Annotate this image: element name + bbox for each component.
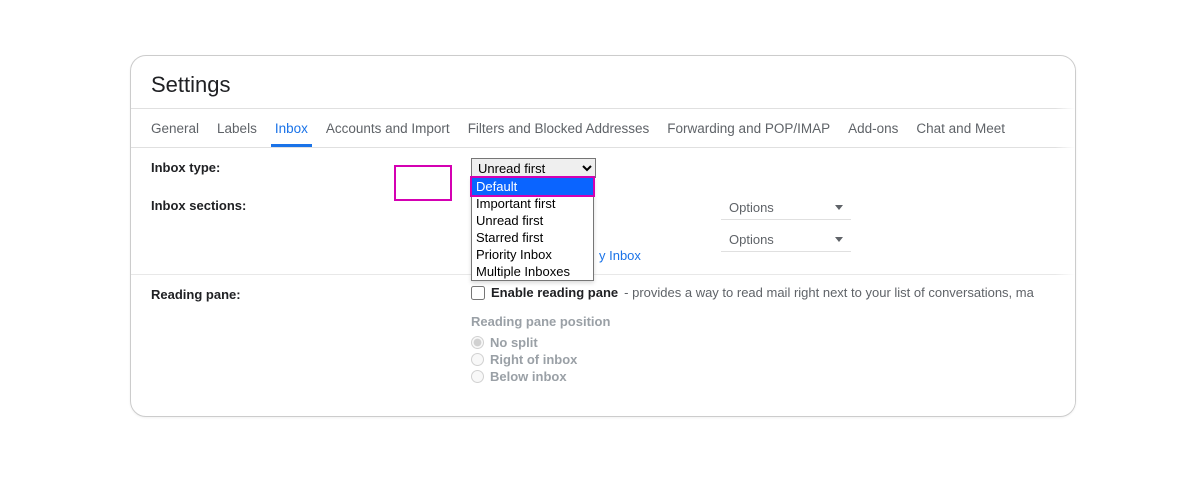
section-reading-pane: Reading pane: Enable reading pane - prov… [131,275,1075,400]
tab-chat[interactable]: Chat and Meet [916,111,1005,146]
link-inbox-partial[interactable]: y Inbox [599,242,641,263]
reading-pane-position-title: Reading pane position [471,314,1055,329]
opt-starred-first[interactable]: Starred first [472,229,593,246]
opt-important-first[interactable]: Important first [472,195,593,212]
tab-filters[interactable]: Filters and Blocked Addresses [468,111,650,146]
tab-inbox[interactable]: Inbox [275,111,308,146]
opt-default[interactable]: Default [472,178,593,195]
tabs-bar: General Labels Inbox Accounts and Import… [131,108,1075,148]
opt-multiple-inboxes[interactable]: Multiple Inboxes [472,263,593,280]
caret-down-icon [835,205,843,210]
radio-below-inbox [471,370,484,383]
sections-options-2[interactable]: Options [721,228,851,252]
opt-priority-inbox[interactable]: Priority Inbox [472,246,593,263]
section-inbox-sections: Inbox sections: Options Options y Inbox [131,186,1075,275]
label-inbox-type: Inbox type: [151,158,471,178]
inbox-type-select[interactable]: Unread first [471,158,596,178]
radio-no-split-label: No split [490,335,538,350]
enable-reading-pane-checkbox[interactable] [471,286,485,300]
inbox-type-dropdown: Default Important first Unread first Sta… [471,177,594,281]
reading-pane-position-block: Reading pane position No split Right of … [471,314,1055,384]
enable-reading-pane-label: Enable reading pane [491,285,618,300]
inbox-type-select-wrap: Unread first Default Important first Unr… [471,158,596,178]
radio-right-label: Right of inbox [490,352,577,367]
tab-general[interactable]: General [151,111,199,146]
caret-down-icon [835,237,843,242]
radio-below-label: Below inbox [490,369,567,384]
section-inbox-type: Inbox type: Unread first Default Importa… [131,148,1075,186]
label-reading-pane: Reading pane: [151,285,471,386]
tab-labels[interactable]: Labels [217,111,257,146]
radio-right-of-inbox [471,353,484,366]
tab-forwarding[interactable]: Forwarding and POP/IMAP [667,111,830,146]
sections-options-1[interactable]: Options [721,196,851,220]
label-inbox-sections: Inbox sections: [151,196,471,260]
options-label-2: Options [729,232,774,247]
settings-panel: Settings General Labels Inbox Accounts a… [130,55,1076,417]
page-title: Settings [131,56,1075,108]
opt-unread-first[interactable]: Unread first [472,212,593,229]
radio-no-split [471,336,484,349]
tab-addons[interactable]: Add-ons [848,111,898,146]
options-label-1: Options [729,200,774,215]
tab-accounts[interactable]: Accounts and Import [326,111,450,146]
enable-reading-pane-desc: - provides a way to read mail right next… [624,285,1034,300]
